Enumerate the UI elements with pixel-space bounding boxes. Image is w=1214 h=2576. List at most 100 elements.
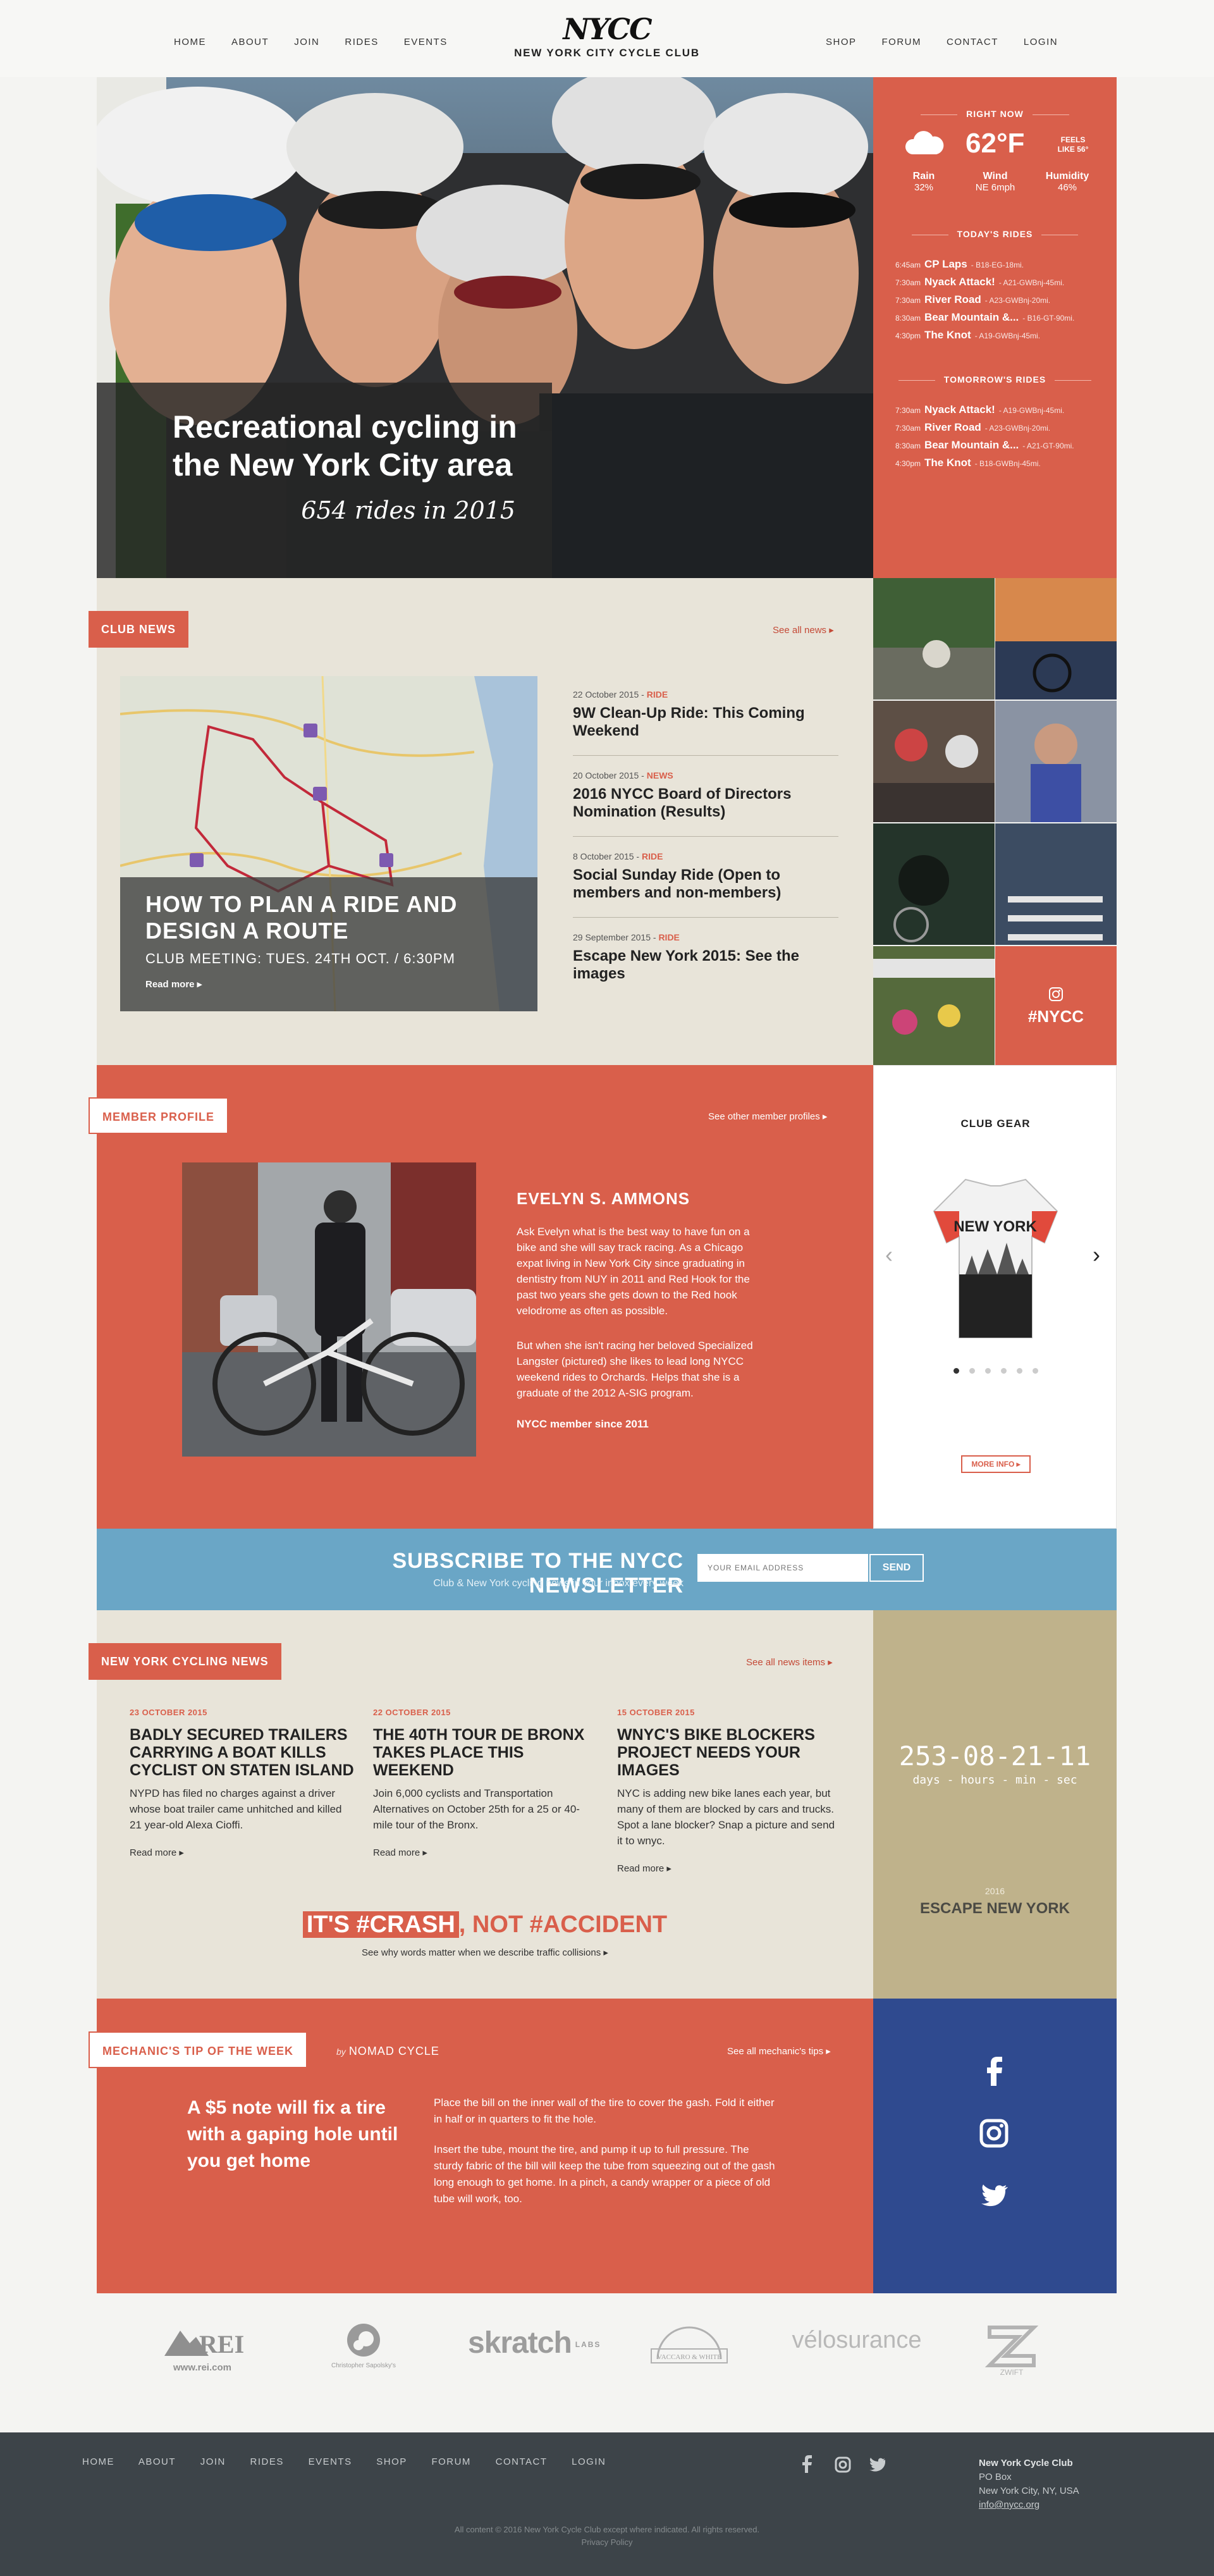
instagram-photo[interactable] xyxy=(995,823,1117,945)
nav-join[interactable]: JOIN xyxy=(294,37,319,47)
news-item[interactable]: 8 October 2015 - RIDE Social Sunday Ride… xyxy=(573,851,838,902)
footer-nav-home[interactable]: HOME xyxy=(82,2456,114,2467)
read-more-link[interactable]: Read more xyxy=(617,1863,671,1874)
nav-login[interactable]: LOGIN xyxy=(1024,37,1058,47)
news-date: 23 OCTOBER 2015 xyxy=(130,1708,207,1717)
footer-nav-rides[interactable]: RIDES xyxy=(250,2456,284,2467)
christopher-name: Christopher Sapolsky's xyxy=(331,2362,396,2369)
ride-item[interactable]: 7:30am Nyack Attack! - A21-GWBnj-45mi. xyxy=(895,276,1064,288)
sponsor-rei-logo[interactable]: REI www.rei.com xyxy=(161,2321,244,2378)
news-excerpt: Join 6,000 cyclists and Transportation A… xyxy=(373,1787,580,1831)
christopher-logo-mark xyxy=(347,2324,380,2357)
carousel-dot[interactable] xyxy=(953,1368,959,1374)
footer-nav-forum[interactable]: FORUM xyxy=(431,2456,471,2467)
crash-subtitle-link[interactable]: See why words matter when we describe tr… xyxy=(97,1947,873,1958)
instagram-photo[interactable] xyxy=(995,701,1117,822)
ride-item[interactable]: 4:30pm The Knot - B18-GWBnj-45mi. xyxy=(895,457,1041,469)
news-item[interactable]: 22 October 2015 - RIDE 9W Clean-Up Ride:… xyxy=(573,689,838,740)
ride-item[interactable]: 8:30am Bear Mountain &... - B16-GT-90mi. xyxy=(895,311,1074,324)
sponsor-christopher-logo[interactable]: Christopher Sapolsky's xyxy=(329,2321,398,2378)
see-all-tips-link[interactable]: See all mechanic's tips xyxy=(727,2045,831,2057)
see-all-news-items-link[interactable]: See all news items xyxy=(746,1656,833,1668)
crash-campaign[interactable]: IT'S #CRASH, NOT #ACCIDENT xyxy=(97,1911,873,1938)
countdown-panel[interactable]: 253-08-21-11 days - hours - min - sec 20… xyxy=(873,1610,1117,1999)
svg-text:REI: REI xyxy=(199,2330,243,2358)
instagram-link[interactable]: #NYCC xyxy=(995,946,1117,1065)
cycling-news-item[interactable]: 15 OCTOBER 2015 WNYC's bike blockers pro… xyxy=(617,1708,842,1849)
newsletter-email-input[interactable] xyxy=(697,1554,868,1582)
instagram-photo[interactable] xyxy=(995,578,1117,699)
footer-nav-events[interactable]: EVENTS xyxy=(309,2456,352,2467)
read-more-link[interactable]: Read more xyxy=(130,1847,184,1858)
newsletter-send-button[interactable]: SEND xyxy=(869,1554,924,1582)
instagram-photo[interactable] xyxy=(873,946,995,1068)
cycling-news-item[interactable]: 22 OCTOBER 2015 The 40th Tour de Bronx t… xyxy=(373,1708,598,1833)
jersey-image[interactable]: NEW YORK xyxy=(928,1173,1064,1344)
carousel-dot[interactable] xyxy=(984,1368,991,1374)
temperature: 62°F xyxy=(966,128,1025,159)
ride-item[interactable]: 7:30am Nyack Attack! - A19-GWBnj-45mi. xyxy=(895,404,1064,416)
carousel-dot[interactable] xyxy=(969,1368,975,1374)
footer-nav-contact[interactable]: CONTACT xyxy=(496,2456,548,2467)
nav-rides[interactable]: RIDES xyxy=(345,37,378,47)
footer-nav-join[interactable]: JOIN xyxy=(200,2456,226,2467)
club-news-tag: CLUB NEWS xyxy=(89,611,188,648)
carousel-dot[interactable] xyxy=(1032,1368,1038,1374)
read-more-link[interactable]: Read more xyxy=(373,1847,427,1858)
member-since: NYCC member since 2011 xyxy=(517,1418,649,1430)
nav-shop[interactable]: SHOP xyxy=(826,37,857,47)
news-item[interactable]: 20 October 2015 - NEWS 2016 NYCC Board o… xyxy=(573,770,838,821)
nav-about[interactable]: ABOUT xyxy=(231,37,269,47)
ride-item[interactable]: 4:30pm The Knot - A19-GWBnj-45mi. xyxy=(895,329,1040,342)
sponsor-vaccaro-logo[interactable]: VACCARO & WHITE xyxy=(645,2321,733,2378)
carousel-dot[interactable] xyxy=(1016,1368,1022,1374)
ride-item[interactable]: 7:30am River Road - A23-GWBnj-20mi. xyxy=(895,421,1050,434)
carousel-prev-button[interactable]: ‹ xyxy=(885,1242,893,1268)
site-logo[interactable]: NYCC NEW YORK CITY CYCLE CLUB xyxy=(512,14,702,59)
footer-nav-about[interactable]: ABOUT xyxy=(138,2456,176,2467)
instagram-icon xyxy=(1049,987,1063,1001)
instagram-photo[interactable] xyxy=(873,823,995,945)
sponsor-zwift-logo[interactable]: ZWIFT xyxy=(983,2321,1040,2378)
wind-value: NE 6mph xyxy=(975,182,1015,193)
instagram-photo[interactable] xyxy=(873,578,995,699)
sponsor-velosurance-logo[interactable]: vélosurance xyxy=(790,2321,923,2378)
facebook-icon[interactable] xyxy=(873,2057,1117,2086)
ride-item[interactable]: 7:30am River Road - A23-GWBnj-20mi. xyxy=(895,293,1050,306)
route-map[interactable]: HOW TO PLAN A RIDE AND DESIGN A ROUTE CL… xyxy=(120,676,537,1011)
newsletter-subtitle: Club & New York cycling news in your inb… xyxy=(433,1578,684,1589)
carousel-next-button[interactable]: › xyxy=(1093,1242,1100,1268)
see-other-profiles-link[interactable]: See other member profiles xyxy=(708,1111,827,1122)
footer-nav-login[interactable]: LOGIN xyxy=(572,2456,606,2467)
ride-item[interactable]: 6:45am CP Laps - B18-EG-18mi. xyxy=(895,258,1024,271)
twitter-icon[interactable] xyxy=(873,2182,1117,2211)
footer-nav: HOME ABOUT JOIN RIDES EVENTS SHOP FORUM … xyxy=(82,2456,627,2467)
site-header: HOME ABOUT JOIN RIDES EVENTS NYCC NEW YO… xyxy=(0,0,1214,77)
more-info-button[interactable]: MORE INFO ▸ xyxy=(961,1455,1031,1473)
footer-nav-shop[interactable]: SHOP xyxy=(376,2456,407,2467)
carousel-dot[interactable] xyxy=(1000,1368,1007,1374)
ride-item[interactable]: 8:30am Bear Mountain &... - A21-GT-90mi. xyxy=(895,439,1074,452)
feature-read-more[interactable]: Read more xyxy=(145,978,202,990)
cloud-icon xyxy=(905,131,944,154)
footer-instagram-icon[interactable] xyxy=(835,2456,851,2473)
footer-email-link[interactable]: info@nycc.org xyxy=(979,2498,1079,2512)
news-item[interactable]: 29 September 2015 - RIDE Escape New York… xyxy=(573,932,838,983)
nav-forum[interactable]: FORUM xyxy=(882,37,922,47)
logo-name: NEW YORK CITY CYCLE CLUB xyxy=(514,47,700,59)
footer-privacy-link[interactable]: Privacy Policy xyxy=(0,2537,1214,2547)
nav-events[interactable]: EVENTS xyxy=(404,37,448,47)
footer-copyright: All content © 2016 New York Cycle Club e… xyxy=(454,2525,760,2534)
todays-rides-heading: TODAY'S RIDES xyxy=(873,229,1117,239)
instagram-photo[interactable] xyxy=(873,701,995,822)
instagram-icon[interactable] xyxy=(873,2119,1117,2148)
nav-home[interactable]: HOME xyxy=(174,37,206,47)
nav-contact[interactable]: CONTACT xyxy=(947,37,998,47)
footer-twitter-icon[interactable] xyxy=(868,2458,885,2472)
footer-facebook-icon[interactable] xyxy=(802,2455,812,2473)
sponsor-skratch-logo[interactable]: skratch LABS xyxy=(468,2321,601,2378)
news-category: RIDE xyxy=(658,932,680,942)
see-all-news-link[interactable]: See all news xyxy=(773,624,834,636)
cycling-news-item[interactable]: 23 OCTOBER 2015 Badly secured trailers c… xyxy=(130,1708,354,1833)
news-title: 9W Clean-Up Ride: This Coming Weekend xyxy=(573,705,805,739)
